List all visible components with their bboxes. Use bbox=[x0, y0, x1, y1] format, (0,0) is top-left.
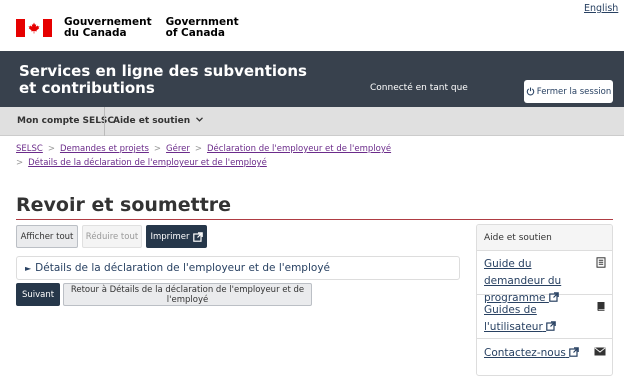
external-link-icon bbox=[192, 231, 203, 242]
breadcrumb-requests-projects[interactable]: Demandes et projets bbox=[60, 144, 149, 154]
help-panel-heading: Aide et soutien bbox=[477, 225, 612, 251]
document-icon bbox=[596, 257, 606, 268]
logout-button[interactable]: Fermer la session bbox=[524, 80, 613, 103]
canada-flag-icon bbox=[16, 19, 52, 37]
language-toggle-link[interactable]: English bbox=[584, 3, 618, 14]
help-item-contact: Contactez-nous bbox=[477, 339, 612, 375]
signature-english: Government of Canada bbox=[165, 16, 239, 39]
expand-all-button[interactable]: Afficher tout bbox=[16, 225, 78, 248]
envelope-icon bbox=[594, 347, 606, 356]
menu-my-account[interactable]: Mon compte SELSC bbox=[17, 116, 114, 126]
breadcrumb-selsc[interactable]: SELSC bbox=[16, 144, 43, 154]
collapse-all-button[interactable]: Réduire tout bbox=[82, 225, 142, 248]
breadcrumb-manage[interactable]: Gérer bbox=[166, 144, 190, 154]
signature-french: Gouvernement du Canada bbox=[64, 16, 152, 39]
title-divider bbox=[16, 219, 613, 220]
chevron-down-icon bbox=[196, 117, 204, 122]
user-guides-link[interactable]: Guides de l'utilisateur bbox=[484, 302, 584, 336]
breadcrumb: SELSC > Demandes et projets > Gérer > Déclarat… bbox=[16, 144, 392, 168]
breadcrumb-declaration-details[interactable]: Détails de la déclaration de l'employeur… bbox=[28, 158, 267, 168]
contact-us-link[interactable]: Contactez-nous bbox=[484, 345, 594, 362]
back-button[interactable]: Retour à Détails de la déclaration de l'… bbox=[63, 283, 312, 306]
page-title: Revoir et soumettre bbox=[16, 194, 232, 216]
app-banner: Services en ligne des subventions et con… bbox=[0, 51, 624, 107]
next-button[interactable]: Suivant bbox=[16, 283, 60, 306]
breadcrumb-declaration[interactable]: Déclaration de l'employeur et de l'emplo… bbox=[207, 144, 391, 154]
app-title[interactable]: Services en ligne des subventions et con… bbox=[19, 63, 319, 97]
connected-as-text: Connecté en tant que bbox=[370, 83, 468, 93]
gov-signature[interactable]: Gouvernement du Canada Government of Canad… bbox=[16, 16, 239, 40]
menu-divider bbox=[104, 107, 105, 136]
print-label: Imprimer bbox=[150, 231, 190, 242]
menu-help-support[interactable]: Aide et soutien bbox=[113, 116, 204, 126]
help-support-panel: Aide et soutien Guide du demandeur du pr… bbox=[476, 224, 613, 376]
menu-help-label: Aide et soutien bbox=[113, 116, 191, 126]
print-button[interactable]: Imprimer bbox=[146, 225, 207, 248]
details-summary-toggle[interactable]: ► Détails de la déclaration de l'employe… bbox=[16, 256, 460, 280]
details-summary-label: Détails de la déclaration de l'employeur… bbox=[35, 262, 330, 274]
logout-label: Fermer la session bbox=[536, 86, 612, 97]
main-menu: Mon compte SELSC Aide et soutien bbox=[0, 107, 624, 136]
expand-triangle-icon: ► bbox=[25, 263, 32, 273]
help-item-program-guide: Guide du demandeur du programme bbox=[477, 251, 612, 304]
external-link-icon bbox=[546, 321, 556, 331]
book-icon bbox=[597, 302, 605, 311]
external-link-icon bbox=[569, 347, 579, 357]
help-item-user-guides: Guides de l'utilisateur bbox=[477, 295, 612, 339]
power-icon bbox=[526, 87, 535, 96]
